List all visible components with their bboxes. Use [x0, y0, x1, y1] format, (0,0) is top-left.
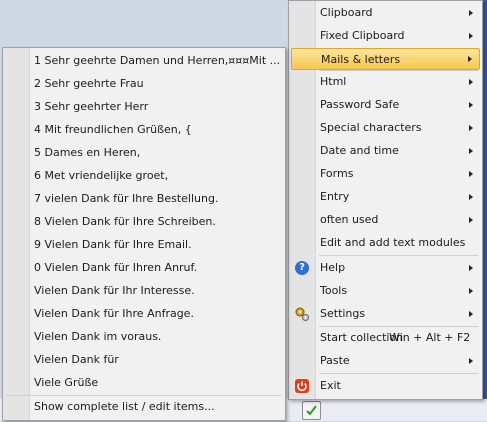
menu-item-label: Paste — [320, 354, 350, 367]
menu-item-exit[interactable]: Exit — [289, 375, 482, 397]
submenu-footer-label: Show complete list / edit items... — [34, 400, 215, 413]
menu-item-html[interactable]: Html — [289, 71, 482, 93]
menu-separator — [319, 373, 478, 374]
menu-item-label: Help — [320, 261, 346, 274]
submenu-arrow-icon — [469, 311, 473, 317]
menu-item-label: Settings — [320, 307, 366, 320]
tray-app-icon[interactable] — [302, 401, 321, 420]
submenu-item[interactable]: Vielen Dank für Ihr Interesse. — [3, 280, 285, 302]
submenu-item-label: 3 Sehr geehrter Herr — [34, 100, 149, 113]
submenu-item[interactable]: 3 Sehr geehrter Herr — [3, 96, 285, 118]
menu-item-date-and-time[interactable]: Date and time — [289, 140, 482, 162]
menu-item-paste[interactable]: Paste — [289, 350, 482, 372]
menu-item-label: Fixed Clipboard — [320, 29, 405, 42]
submenu-arrow-icon — [469, 358, 473, 364]
menu-item-label: Clipboard — [320, 6, 373, 19]
main-context-menu: Clipboard Fixed Clipboard Mails & letter… — [288, 0, 483, 400]
submenu-item-label: 2 Sehr geehrte Frau — [34, 77, 144, 90]
menu-item-edit-text-modules[interactable]: Edit and add text modules — [289, 232, 482, 254]
submenu-arrow-icon — [469, 217, 473, 223]
menu-item-label: often used — [320, 213, 379, 226]
menu-item-special-characters[interactable]: Special characters — [289, 117, 482, 139]
submenu-item-label: Vielen Dank für — [34, 353, 119, 366]
submenu-item-label: 6 Met vriendelijke groet, — [34, 169, 169, 182]
submenu-item[interactable]: Vielen Dank im voraus. — [3, 326, 285, 348]
menu-item-often-used[interactable]: often used — [289, 209, 482, 231]
menu-item-password-safe[interactable]: Password Safe — [289, 94, 482, 116]
menu-item-label: Edit and add text modules — [320, 236, 466, 249]
submenu-arrow-icon — [469, 10, 473, 16]
submenu-arrow-icon — [469, 125, 473, 131]
submenu-item[interactable]: Vielen Dank für — [3, 349, 285, 371]
submenu-item-label: 4 Mit freundlichen Grüßen, { — [34, 123, 192, 136]
menu-item-start-collection[interactable]: Start collection Win + Alt + F2 — [289, 327, 482, 349]
menu-item-mails-letters[interactable]: Mails & letters — [291, 48, 480, 70]
submenu-item-label: Vielen Dank für Ihre Anfrage. — [34, 307, 194, 320]
submenu-item[interactable]: 0 Vielen Dank für Ihren Anruf. — [3, 257, 285, 279]
menu-item-label: Password Safe — [320, 98, 400, 111]
menu-item-settings[interactable]: Settings — [289, 303, 482, 325]
menu-item-label: Special characters — [320, 121, 422, 134]
menu-item-label: Html — [320, 75, 347, 88]
menu-item-label: Date and time — [320, 144, 399, 157]
submenu-item-label: Vielen Dank für Ihr Interesse. — [34, 284, 195, 297]
submenu-item-label: 5 Dames en Heren, — [34, 146, 141, 159]
menu-item-help[interactable]: ? Help — [289, 257, 482, 279]
submenu-item[interactable]: 2 Sehr geehrte Frau — [3, 73, 285, 95]
submenu-arrow-icon — [469, 288, 473, 294]
submenu-item-label: 1 Sehr geehrte Damen und Herren,¤¤¤Mit .… — [34, 54, 281, 67]
submenu-item-label: Viele Grüße — [34, 376, 99, 389]
menu-item-shortcut: Win + Alt + F2 — [389, 331, 471, 344]
show-complete-list-item[interactable]: Show complete list / edit items... — [3, 396, 285, 418]
submenu-arrow-icon — [469, 33, 473, 39]
mails-letters-submenu: 1 Sehr geehrte Damen und Herren,¤¤¤Mit .… — [2, 47, 286, 421]
menu-item-label: Forms — [320, 167, 354, 180]
menu-item-label: Entry — [320, 190, 350, 203]
submenu-arrow-icon — [469, 171, 473, 177]
submenu-arrow-icon — [469, 148, 473, 154]
submenu-item[interactable]: 8 Vielen Dank für Ihre Schreiben. — [3, 211, 285, 233]
submenu-item[interactable]: 4 Mit freundlichen Grüßen, { — [3, 119, 285, 141]
menu-item-clipboard[interactable]: Clipboard — [289, 2, 482, 24]
menu-item-fixed-clipboard[interactable]: Fixed Clipboard — [289, 25, 482, 47]
menu-item-entry[interactable]: Entry — [289, 186, 482, 208]
help-icon: ? — [295, 261, 309, 275]
submenu-item[interactable]: 6 Met vriendelijke groet, — [3, 165, 285, 187]
menu-item-forms[interactable]: Forms — [289, 163, 482, 185]
submenu-item[interactable]: Vielen Dank für Ihre Anfrage. — [3, 303, 285, 325]
submenu-item-label: 9 Vielen Dank für Ihre Email. — [34, 238, 192, 251]
power-icon — [294, 378, 310, 402]
submenu-arrow-icon — [469, 79, 473, 85]
submenu-item[interactable]: Viele Grüße — [3, 372, 285, 394]
submenu-arrow-icon — [468, 56, 472, 62]
menu-item-tools[interactable]: Tools — [289, 280, 482, 302]
menu-item-label: Tools — [320, 284, 348, 297]
submenu-item[interactable]: 7 vielen Dank für Ihre Bestellung. — [3, 188, 285, 210]
submenu-item-label: 0 Vielen Dank für Ihren Anruf. — [34, 261, 198, 274]
submenu-item[interactable]: 9 Vielen Dank für Ihre Email. — [3, 234, 285, 256]
submenu-item-label: Vielen Dank im voraus. — [34, 330, 162, 343]
submenu-item-label: 7 vielen Dank für Ihre Bestellung. — [34, 192, 219, 205]
menu-separator — [319, 255, 478, 256]
checkmark-icon — [306, 405, 317, 416]
menu-item-label: Mails & letters — [321, 53, 401, 66]
submenu-item[interactable]: 5 Dames en Heren, — [3, 142, 285, 164]
submenu-arrow-icon — [469, 265, 473, 271]
menu-item-label: Exit — [320, 379, 341, 392]
submenu-item[interactable]: 1 Sehr geehrte Damen und Herren,¤¤¤Mit .… — [3, 50, 285, 72]
submenu-arrow-icon — [469, 194, 473, 200]
submenu-item-label: 8 Vielen Dank für Ihre Schreiben. — [34, 215, 216, 228]
submenu-arrow-icon — [469, 102, 473, 108]
